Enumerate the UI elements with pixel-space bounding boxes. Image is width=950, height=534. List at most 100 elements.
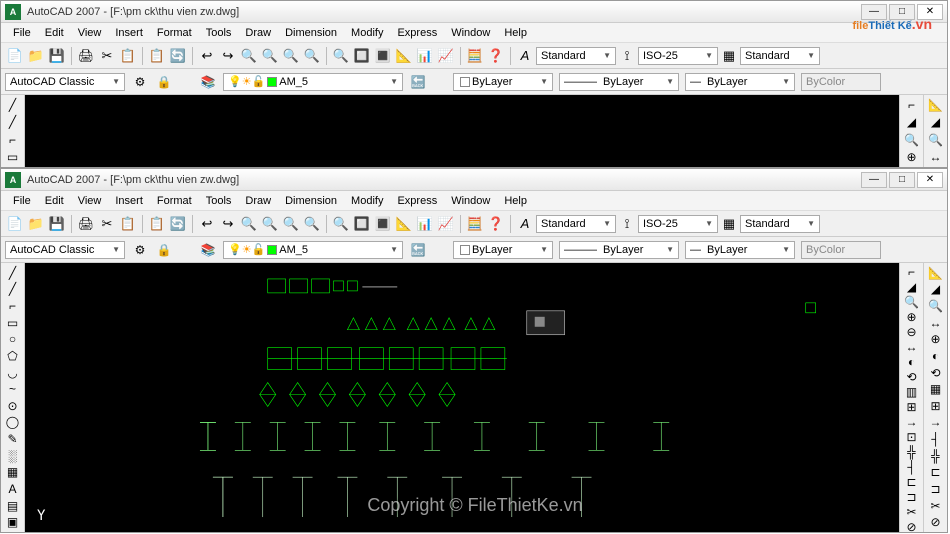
dimstyle-dropdown[interactable]: ISO-25▼ [638,47,718,65]
modify-tool-2[interactable]: 🔍 [902,132,922,148]
modify-tool-9[interactable]: ⊞ [902,400,922,414]
modify-tool-14[interactable]: ⊏ [902,475,922,489]
toolbar-btn-7[interactable]: 🔄 [168,46,188,66]
toolbar-btn-9[interactable]: ↪ [218,214,238,234]
snap-tool-10[interactable]: ┤ [926,431,946,447]
layer-dropdown[interactable]: 💡☀🔓 AM_5▼ [223,73,403,91]
workspace-settings-icon[interactable]: ⚙ [131,73,149,91]
dimstyle-dropdown[interactable]: ISO-25▼ [638,215,718,233]
toolbar-btn-14[interactable]: 🔍 [331,214,351,234]
draw-tool-13[interactable]: A [3,481,23,497]
linetype-dropdown[interactable]: ———ByLayer▼ [559,73,679,91]
draw-tool-15[interactable]: ▣ [3,514,23,530]
snap-tool-5[interactable]: ◐ [926,348,946,364]
snap-tool-0[interactable]: 📐 [926,97,946,113]
snap-tool-12[interactable]: ⊏ [926,465,946,481]
draw-tool-5[interactable]: ⬠ [3,348,23,364]
textstyle-dropdown[interactable]: Standard▼ [536,215,616,233]
menu-dimension[interactable]: Dimension [279,25,343,41]
toolbar-btn-6[interactable]: 📋 [147,214,167,234]
toolbar-btn-1[interactable]: 📁 [26,214,46,234]
draw-tool-9[interactable]: ◯ [3,415,23,431]
modify-tool-1[interactable]: ◢ [902,280,922,294]
workspace-dropdown[interactable]: AutoCAD Classic▼ [5,73,125,91]
toolbar-btn-8[interactable]: ↩ [197,214,217,234]
modify-tool-6[interactable]: ◐ [902,355,922,369]
workspace-lock-icon[interactable]: 🔒 [155,73,173,91]
toolbar-btn-12[interactable]: 🔍 [281,214,301,234]
snap-tool-6[interactable]: ⟲ [926,365,946,381]
menu-help[interactable]: Help [498,25,533,41]
menu-insert[interactable]: Insert [109,25,149,41]
snap-tool-15[interactable]: ⊘ [926,514,946,530]
toolbar-btn-6[interactable]: 📋 [147,46,167,66]
layer-manager-icon[interactable]: 📚 [199,73,217,91]
menu-format[interactable]: Format [151,25,198,41]
color-dropdown[interactable]: ByLayer▼ [453,73,553,91]
toolbar-btn-13[interactable]: 🔍 [302,46,322,66]
modify-tool-5[interactable]: ↔ [902,340,922,354]
snap-tool-11[interactable]: ╬ [926,448,946,464]
toolbar-btn-7[interactable]: 🔄 [168,214,188,234]
workspace-dropdown[interactable]: AutoCAD Classic▼ [5,241,125,259]
snap-tool-8[interactable]: ⊞ [926,398,946,414]
modify-tool-10[interactable]: → [902,415,922,429]
snap-tool-4[interactable]: ⊕ [926,332,946,348]
modify-tool-11[interactable]: ⊡ [902,430,922,444]
draw-tool-4[interactable]: ○ [3,332,23,348]
textstyle-icon[interactable]: A [515,46,535,66]
layer-manager-icon[interactable]: 📚 [199,241,217,259]
toolbar-btn-4[interactable]: ✂ [97,46,117,66]
layer-prev-icon[interactable]: 🔙 [409,73,427,91]
menu-draw[interactable]: Draw [239,193,277,209]
toolbar-btn-3[interactable]: 🖨 [76,214,96,234]
snap-tool-1[interactable]: ◢ [926,114,946,130]
toolbar-btn-3[interactable]: 🖨 [76,46,96,66]
modify-tool-17[interactable]: ⊘ [902,520,922,534]
menu-dimension[interactable]: Dimension [279,193,343,209]
toolbar-btn-15[interactable]: 🔲 [352,214,372,234]
snap-tool-2[interactable]: 🔍 [926,132,946,148]
menu-edit[interactable]: Edit [39,193,70,209]
draw-tool-7[interactable]: ~ [3,381,23,397]
modify-tool-7[interactable]: ⟲ [902,370,922,384]
draw-tool-0[interactable]: ╱ [3,265,23,281]
toolbar-btn-5[interactable]: 📋 [118,214,138,234]
draw-tool-12[interactable]: ▦ [3,465,23,481]
toolbar-btn-16[interactable]: 🔳 [373,214,393,234]
menu-help[interactable]: Help [498,193,533,209]
menu-file[interactable]: File [7,193,37,209]
snap-tool-1[interactable]: ◢ [926,282,946,298]
toolbar-btn-20[interactable]: 🧮 [465,214,485,234]
drawing-canvas-2[interactable]: Y [25,263,899,532]
toolbar-btn-14[interactable]: 🔍 [331,46,351,66]
draw-tool-0[interactable]: ╱ [3,97,23,113]
menu-express[interactable]: Express [391,25,443,41]
lineweight-dropdown[interactable]: —ByLayer▼ [685,73,795,91]
snap-tool-3[interactable]: ↔ [926,315,946,331]
snap-tool-3[interactable]: ↔ [926,149,946,165]
tablestyle-icon[interactable]: ▦ [719,214,739,234]
modify-tool-15[interactable]: ⊐ [902,490,922,504]
tablestyle-dropdown[interactable]: Standard▼ [740,47,820,65]
modify-tool-2[interactable]: 🔍 [902,295,922,309]
menu-express[interactable]: Express [391,193,443,209]
menu-window[interactable]: Window [445,25,496,41]
minimize-button[interactable]: — [861,172,887,188]
draw-tool-3[interactable]: ▭ [3,149,23,165]
toolbar-btn-0[interactable]: 📄 [5,214,25,234]
close-button[interactable]: ✕ [917,172,943,188]
draw-tool-6[interactable]: ◡ [3,365,23,381]
draw-tool-2[interactable]: ⌐ [3,298,23,314]
lineweight-dropdown[interactable]: —ByLayer▼ [685,241,795,259]
menu-modify[interactable]: Modify [345,25,389,41]
menu-file[interactable]: File [7,25,37,41]
toolbar-btn-12[interactable]: 🔍 [281,46,301,66]
toolbar-btn-18[interactable]: 📊 [415,214,435,234]
modify-tool-3[interactable]: ⊕ [902,149,922,165]
toolbar-btn-9[interactable]: ↪ [218,46,238,66]
draw-tool-10[interactable]: ✎ [3,431,23,447]
modify-tool-0[interactable]: ⌐ [902,97,922,113]
snap-tool-7[interactable]: ▦ [926,381,946,397]
toolbar-btn-19[interactable]: 📈 [436,214,456,234]
